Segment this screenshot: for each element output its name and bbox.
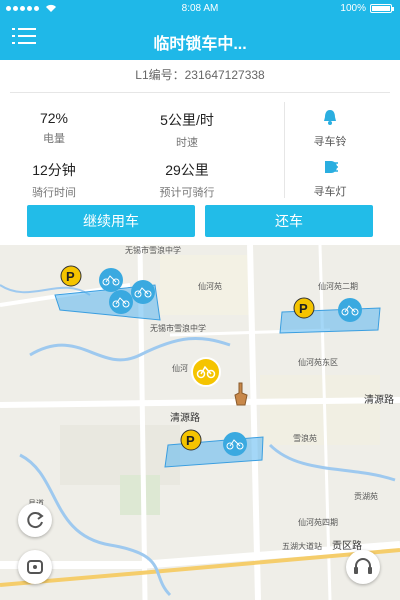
bike-marker-icon[interactable] xyxy=(222,431,248,457)
svg-text:P: P xyxy=(186,433,195,448)
continue-ride-button[interactable]: 继续用车 xyxy=(27,205,195,237)
bike-marker-icon[interactable] xyxy=(108,289,134,315)
find-light-button[interactable]: 寻车灯 xyxy=(300,158,360,199)
map-label: 仙河苑 xyxy=(198,282,222,291)
light-label: 寻车灯 xyxy=(313,186,347,198)
return-bike-button[interactable]: 还车 xyxy=(205,205,373,237)
divider xyxy=(10,92,390,93)
map-view[interactable]: P P P 无锡市雪浪中学 无锡市雪浪中学 仙河苑 仙河苑二期 仙河苑东区 仙河… xyxy=(0,245,400,600)
bell-icon xyxy=(324,110,336,125)
refresh-button[interactable] xyxy=(18,503,52,537)
page-title: 临时锁车中... xyxy=(153,36,247,53)
map-label: 仙河苑东区 xyxy=(298,358,338,367)
status-bar: 8:08 AM 100% xyxy=(0,0,400,18)
bike-marker-icon[interactable] xyxy=(337,297,363,323)
find-bell-button[interactable]: 寻车铃 xyxy=(300,108,360,149)
map-label: 仙河苑二期 xyxy=(318,282,358,291)
bike-id: L1编号：231647127338 xyxy=(135,68,265,82)
headset-icon xyxy=(354,558,372,574)
bell-label: 寻车铃 xyxy=(313,136,347,148)
map-label: 无锡市雪浪中学 xyxy=(150,324,206,333)
battery-icon xyxy=(370,4,394,13)
refresh-icon xyxy=(27,512,44,529)
stat-value: 12分钟 xyxy=(32,162,76,178)
road-label: 清源路 xyxy=(364,395,394,406)
battery-percent: 100% xyxy=(340,3,366,14)
map-label: 五湖大道站 xyxy=(282,542,322,551)
stat-label: 电量 xyxy=(43,133,65,145)
stat-label: 骑行时间 xyxy=(32,187,76,199)
map-label: 仙河 xyxy=(172,364,188,373)
svg-text:P: P xyxy=(299,301,308,316)
parking-icon[interactable]: P xyxy=(293,297,315,319)
user-location-icon xyxy=(234,382,248,406)
map-label: 无锡市雪浪中学 xyxy=(125,246,181,255)
parking-icon[interactable]: P xyxy=(60,265,82,287)
stat-label: 时速 xyxy=(176,137,198,149)
divider xyxy=(284,102,285,198)
stat-speed: 5公里/时 时速 xyxy=(142,110,232,150)
stat-label: 预计可骑行 xyxy=(159,187,215,199)
stat-ride-time: 12分钟 骑行时间 xyxy=(14,160,94,200)
stat-battery: 72% 电量 xyxy=(14,110,94,146)
map-label: 仙河苑四期 xyxy=(298,518,338,527)
headlight-icon xyxy=(325,161,338,173)
locate-icon xyxy=(27,560,43,574)
app-header: 8:08 AM 100% 临时锁车中... xyxy=(0,0,400,60)
svg-text:P: P xyxy=(66,269,75,284)
stat-value: 5公里/时 xyxy=(160,112,214,128)
parking-icon[interactable]: P xyxy=(180,429,202,451)
map-label: 雪浪苑 xyxy=(293,434,317,443)
road-label: 清源路 xyxy=(170,413,200,424)
stat-range: 29公里 预计可骑行 xyxy=(142,160,232,200)
current-bike-marker-icon[interactable] xyxy=(191,357,221,387)
stat-value: 29公里 xyxy=(165,162,209,178)
customer-service-button[interactable] xyxy=(346,550,380,584)
stat-value: 72% xyxy=(39,110,69,126)
map-label: 贡湖苑 xyxy=(354,492,378,501)
locate-button[interactable] xyxy=(18,550,52,584)
